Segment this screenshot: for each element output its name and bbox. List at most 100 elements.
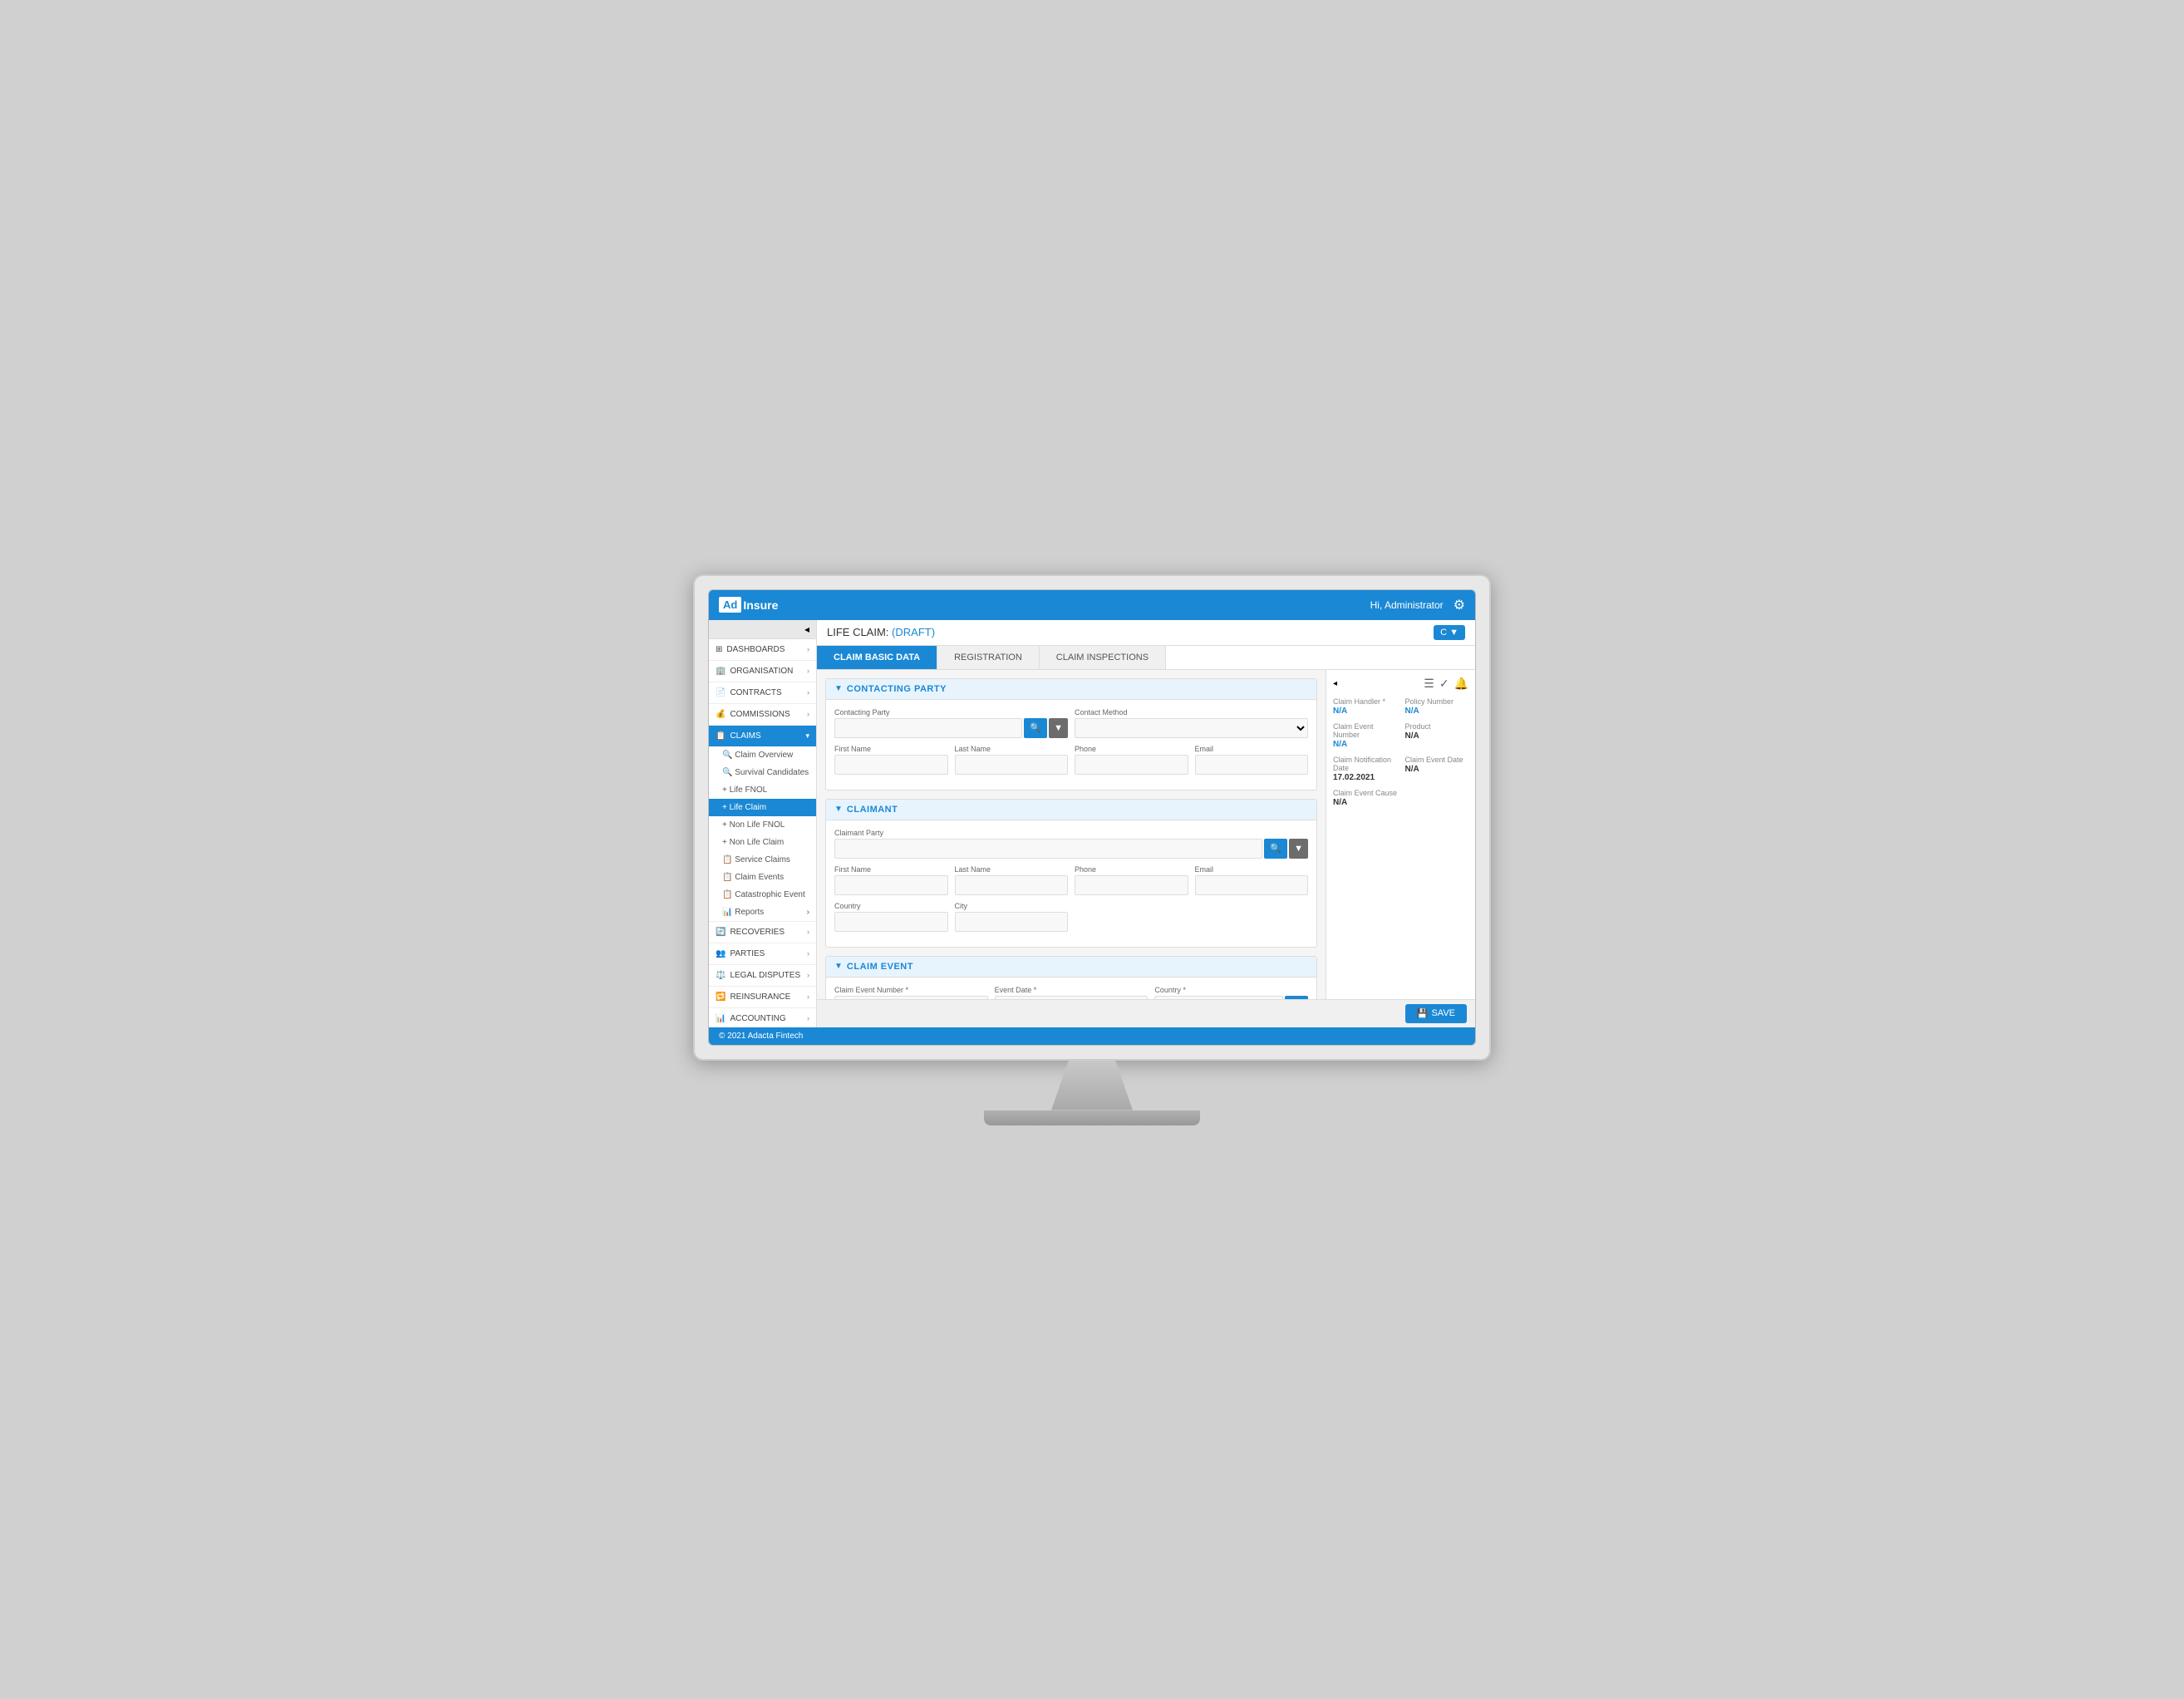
input-last-name-claimant[interactable] (955, 875, 1069, 895)
label-phone-claimant: Phone (1075, 865, 1188, 874)
sidebar-sub-item-claim-overview[interactable]: 🔍 Claim Overview (709, 746, 816, 764)
input-first-name-claimant[interactable] (834, 875, 948, 895)
form-group-country-event: Country * 🔍 (1154, 986, 1308, 999)
form-group-email-claimant: Email (1195, 865, 1309, 895)
chevron-organisation: › (807, 667, 809, 675)
label-country-event: Country * (1154, 986, 1308, 994)
panel-col-event-date: Claim Event Date N/A (1405, 756, 1469, 782)
sidebar-sub-item-survival-candidates[interactable]: 🔍 Survival Candidates (709, 764, 816, 781)
section-title-claim-event: CLAIM EVENT (847, 962, 913, 972)
sidebar-label-service-claims: Service Claims (735, 855, 790, 864)
sidebar-sub-item-non-life-claim[interactable]: + Non Life Claim (709, 834, 816, 851)
sidebar-sub-item-non-life-fnol[interactable]: + Non Life FNOL (709, 816, 816, 834)
form-group-contact-method: Contact Method (1075, 708, 1308, 738)
sidebar-item-commissions[interactable]: 💰 COMMISSIONS › (709, 704, 816, 725)
panel-row-handler-policy: Claim Handler * N/A Policy Number N/A (1333, 697, 1468, 716)
reinsurance-icon: 🔁 (716, 992, 726, 1002)
sidebar-label-organisation: ORGANISATION (730, 667, 793, 676)
panel-list-icon[interactable]: ☰ (1424, 677, 1434, 691)
sidebar-label-parties: PARTIES (730, 949, 765, 958)
select-contact-method[interactable] (1075, 718, 1308, 738)
input-city-claimant[interactable] (955, 912, 1069, 932)
save-icon: 💾 (1417, 1008, 1429, 1019)
sidebar-label-catastrophic-event: Catastrophic Event (735, 890, 805, 899)
right-panel-header: ◂ ☰ ✓ 🔔 (1333, 677, 1468, 691)
input-claimant-party[interactable] (834, 839, 1262, 859)
input-email-claimant[interactable] (1195, 875, 1309, 895)
value-claim-event-date: N/A (1405, 765, 1469, 774)
sidebar-label-reports: Reports (735, 908, 764, 917)
label-claim-event-number-panel: Claim Event Number (1333, 722, 1397, 739)
sidebar-item-dashboards[interactable]: ⊞ DASHBOARDS › (709, 639, 816, 660)
save-button[interactable]: 💾 SAVE (1405, 1004, 1467, 1023)
user-greeting: Hi, Administrator (1370, 599, 1444, 611)
label-policy-number: Policy Number (1405, 697, 1469, 706)
section-body-claimant: Claimant Party 🔍 ▼ (826, 820, 1316, 947)
input-phone-contacting[interactable] (1075, 755, 1188, 775)
chevron-parties: › (807, 949, 809, 958)
input-contacting-party[interactable] (834, 718, 1022, 738)
input-phone-claimant[interactable] (1075, 875, 1188, 895)
label-claim-event-date: Claim Event Date (1405, 756, 1469, 764)
organisation-icon: 🏢 (716, 667, 726, 676)
sidebar-item-accounting[interactable]: 📊 ACCOUNTING › (709, 1008, 816, 1027)
label-contacting-party: Contacting Party (834, 708, 1068, 717)
sidebar-section-commissions: 💰 COMMISSIONS › (709, 704, 816, 726)
sidebar-label-claim-overview: Claim Overview (735, 751, 793, 760)
input-country-claimant[interactable] (834, 912, 948, 932)
sidebar-item-recoveries[interactable]: 🔄 RECOVERIES › (709, 922, 816, 943)
search-btn-contacting-party[interactable]: 🔍 (1024, 718, 1047, 738)
section-arrow-contacting-party: ▼ (834, 684, 843, 693)
tab-registration[interactable]: REGISTRATION (937, 646, 1040, 669)
section-contacting-party: ▼ CONTACTING PARTY Contacting Party (825, 678, 1317, 790)
contracts-icon: 📄 (716, 688, 726, 697)
sidebar-sub-item-catastrophic-event[interactable]: 📋 Catastrophic Event (709, 886, 816, 904)
section-header-claimant[interactable]: ▼ CLAIMANT (826, 800, 1316, 820)
sidebar-item-reinsurance[interactable]: 🔁 REINSURANCE › (709, 987, 816, 1007)
tab-claim-basic-data[interactable]: CLAIM BASIC DATA (817, 646, 937, 669)
sidebar-item-claims[interactable]: 📋 CLAIMS ▾ (709, 726, 816, 746)
panel-bell-icon[interactable]: 🔔 (1454, 677, 1468, 691)
input-email-contacting[interactable] (1195, 755, 1309, 775)
sidebar-item-legal-disputes[interactable]: ⚖️ LEGAL DISPUTES › (709, 965, 816, 986)
sidebar-sub-item-claim-events[interactable]: 📋 Claim Events (709, 869, 816, 886)
input-first-name-contacting[interactable] (834, 755, 948, 775)
catastrophic-event-icon: 📋 (722, 890, 732, 899)
search-btn-claimant-party[interactable]: 🔍 (1264, 839, 1287, 859)
label-country-claimant: Country (834, 902, 948, 910)
sidebar-sub-item-reports[interactable]: 📊 Reports › (709, 904, 816, 921)
sidebar-section-claims: 📋 CLAIMS ▾ 🔍 Claim Overview (709, 726, 816, 922)
panel-col-claim-event-number: Claim Event Number N/A (1333, 722, 1397, 749)
section-header-contacting-party[interactable]: ▼ CONTACTING PARTY (826, 679, 1316, 700)
panel-row-event-cause: Claim Event Cause N/A (1333, 789, 1468, 807)
tab-claim-inspections[interactable]: CLAIM INSPECTIONS (1040, 646, 1166, 669)
sidebar-label-contracts: CONTRACTS (730, 688, 781, 697)
section-header-claim-event[interactable]: ▼ CLAIM EVENT (826, 957, 1316, 978)
panel-check-icon[interactable]: ✓ (1439, 677, 1449, 691)
dropdown-btn-contacting-party[interactable]: ▼ (1049, 718, 1068, 738)
btn-c[interactable]: C ▼ (1434, 625, 1465, 640)
chevron-reinsurance: › (807, 992, 809, 1001)
sidebar-toggle[interactable]: ◂ (709, 620, 816, 639)
sidebar-sub-item-life-claim[interactable]: + Life Claim (709, 799, 816, 816)
label-claim-notification-date: Claim Notification Date (1333, 756, 1397, 772)
section-body-contacting-party: Contacting Party 🔍 ▼ (826, 700, 1316, 790)
dropdown-btn-claimant-party[interactable]: ▼ (1289, 839, 1308, 859)
sidebar-item-organisation[interactable]: 🏢 ORGANISATION › (709, 661, 816, 682)
accounting-icon: 📊 (716, 1014, 726, 1023)
panel-col-product: Product N/A (1405, 722, 1469, 749)
panel-expand-icon[interactable]: ◂ (1333, 679, 1337, 688)
gear-icon[interactable]: ⚙ (1454, 597, 1465, 613)
chevron-legal-disputes: › (807, 971, 809, 979)
monitor-stand (1034, 1061, 1150, 1111)
sidebar-label-legal-disputes: LEGAL DISPUTES (730, 971, 800, 980)
sidebar-item-parties[interactable]: 👥 PARTIES › (709, 943, 816, 964)
form-group-event-date: Event Date * (995, 986, 1149, 999)
sidebar-sub-item-life-fnol[interactable]: + Life FNOL (709, 781, 816, 799)
sidebar-sub-item-service-claims[interactable]: 📋 Service Claims (709, 851, 816, 869)
reports-icon: 📊 (722, 908, 732, 917)
input-last-name-contacting[interactable] (955, 755, 1069, 775)
label-first-name-claimant: First Name (834, 865, 948, 874)
panel-row-event-product: Claim Event Number N/A Product N/A (1333, 722, 1468, 749)
sidebar-item-contracts[interactable]: 📄 CONTRACTS › (709, 682, 816, 703)
